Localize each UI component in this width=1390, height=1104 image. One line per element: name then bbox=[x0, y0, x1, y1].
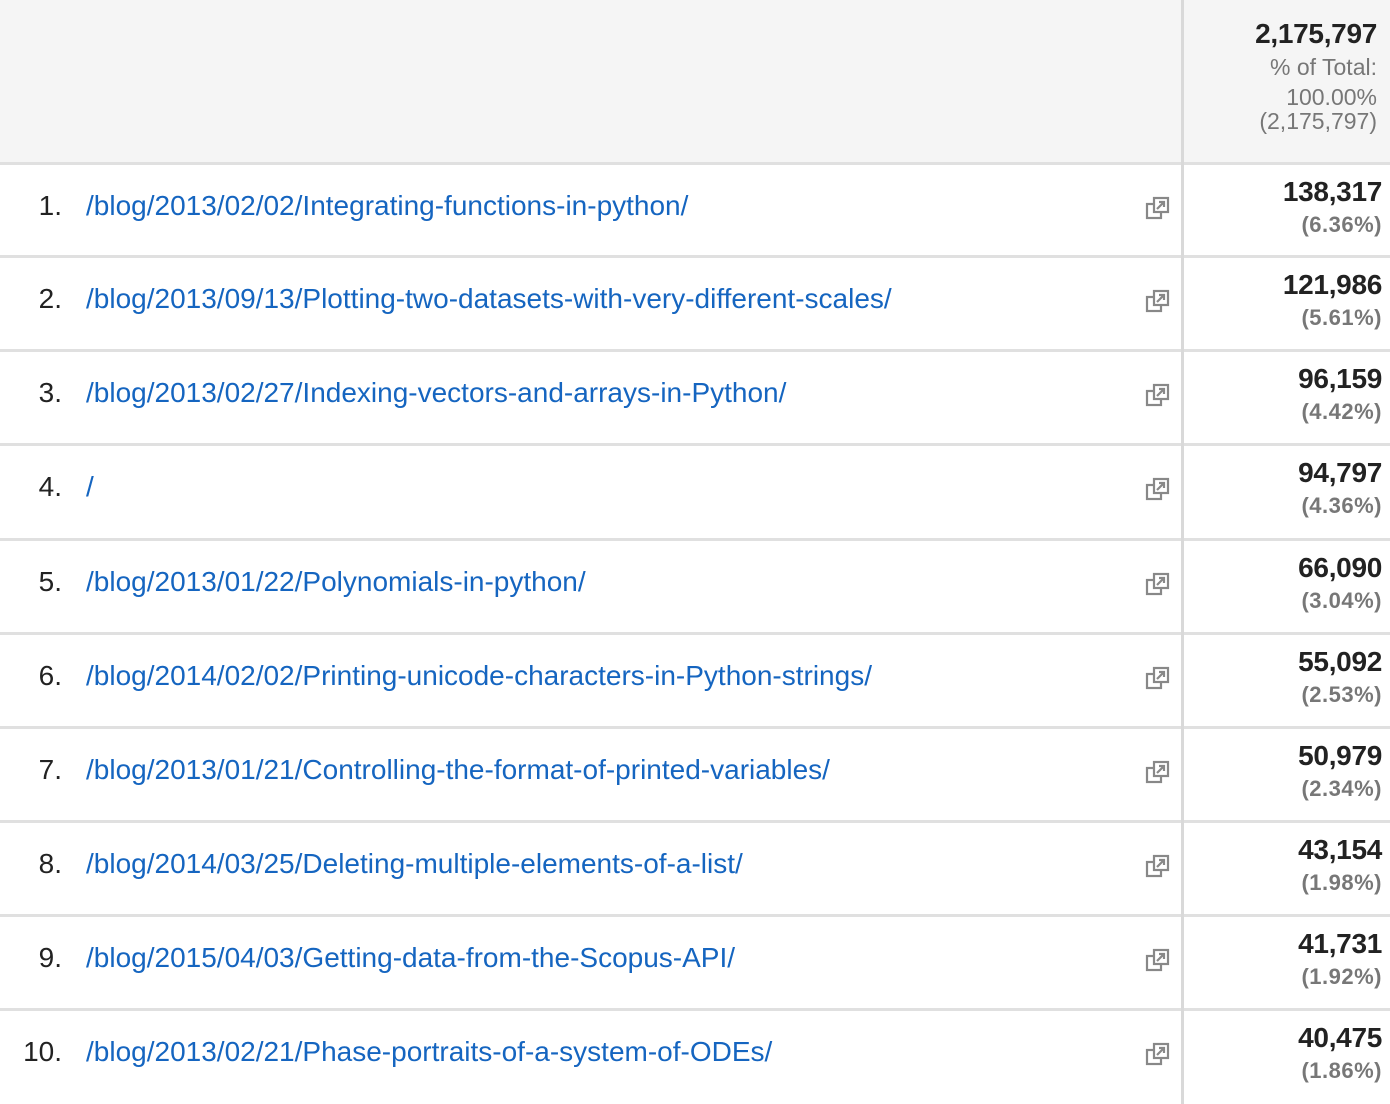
open-in-new-window-icon[interactable] bbox=[1144, 852, 1172, 880]
percent-of-total-value: 100.00% bbox=[1286, 84, 1377, 110]
row-percent: (1.92%) bbox=[1301, 964, 1382, 989]
row-value: 121,986 bbox=[1282, 269, 1382, 300]
row-index: 4. bbox=[38, 471, 62, 502]
page-link[interactable]: /blog/2015/04/03/Getting-data-from-the-S… bbox=[86, 942, 735, 974]
page-link[interactable]: /blog/2013/01/21/Controlling-the-format-… bbox=[86, 754, 830, 786]
row-index: 9. bbox=[38, 942, 62, 973]
total-absolute-value: (2,175,797) bbox=[1259, 108, 1377, 134]
open-in-new-window-icon[interactable] bbox=[1144, 1040, 1172, 1068]
row-value: 55,092 bbox=[1298, 646, 1382, 677]
row-value: 50,979 bbox=[1298, 740, 1382, 771]
page-link[interactable]: /blog/2013/02/21/Phase-portraits-of-a-sy… bbox=[86, 1036, 772, 1068]
row-index: 5. bbox=[38, 566, 62, 597]
row-index: 8. bbox=[38, 848, 62, 879]
total-value: 2,175,797 bbox=[1255, 18, 1377, 49]
row-percent: (1.98%) bbox=[1301, 870, 1382, 895]
row-percent: (2.53%) bbox=[1301, 682, 1382, 707]
row-percent: (1.86%) bbox=[1301, 1058, 1382, 1083]
page-link[interactable]: /blog/2014/02/02/Printing-unicode-charac… bbox=[86, 660, 872, 692]
open-in-new-window-icon[interactable] bbox=[1144, 946, 1172, 974]
row-percent: (6.36%) bbox=[1301, 212, 1382, 237]
row-percent: (4.36%) bbox=[1301, 493, 1382, 518]
row-value: 40,475 bbox=[1298, 1022, 1382, 1053]
row-index: 3. bbox=[38, 377, 62, 408]
row-value: 96,159 bbox=[1298, 363, 1382, 394]
open-in-new-window-icon[interactable] bbox=[1144, 287, 1172, 315]
percent-of-total-label: % of Total: bbox=[1270, 54, 1377, 80]
row-value: 66,090 bbox=[1298, 552, 1382, 583]
header-metric-column: 2,175,797 % of Total: 100.00% (2,175,797… bbox=[1184, 0, 1390, 162]
row-index: 7. bbox=[38, 754, 62, 785]
row-percent: (3.04%) bbox=[1301, 588, 1382, 613]
open-in-new-window-icon[interactable] bbox=[1144, 194, 1172, 222]
page-link[interactable]: /blog/2013/02/27/Indexing-vectors-and-ar… bbox=[86, 377, 786, 409]
column-divider bbox=[1181, 0, 1184, 1104]
page-link[interactable]: / bbox=[86, 471, 94, 503]
page-link[interactable]: /blog/2013/09/13/Plotting-two-datasets-w… bbox=[86, 283, 892, 315]
open-in-new-window-icon[interactable] bbox=[1144, 475, 1172, 503]
row-index: 1. bbox=[38, 190, 62, 221]
header-page-column bbox=[0, 0, 1181, 162]
open-in-new-window-icon[interactable] bbox=[1144, 664, 1172, 692]
row-index: 10. bbox=[23, 1036, 62, 1067]
row-percent: (2.34%) bbox=[1301, 776, 1382, 801]
open-in-new-window-icon[interactable] bbox=[1144, 381, 1172, 409]
open-in-new-window-icon[interactable] bbox=[1144, 570, 1172, 598]
row-value: 94,797 bbox=[1298, 457, 1382, 488]
page-link[interactable]: /blog/2013/01/22/Polynomials-in-python/ bbox=[86, 566, 586, 598]
row-index: 2. bbox=[38, 283, 62, 314]
row-percent: (4.42%) bbox=[1301, 399, 1382, 424]
row-value: 138,317 bbox=[1282, 176, 1382, 207]
open-in-new-window-icon[interactable] bbox=[1144, 758, 1172, 786]
row-value: 41,731 bbox=[1298, 928, 1382, 959]
row-percent: (5.61%) bbox=[1301, 305, 1382, 330]
analytics-table: 2,175,797 % of Total: 100.00% (2,175,797… bbox=[0, 0, 1390, 1104]
page-link[interactable]: /blog/2014/03/25/Deleting-multiple-eleme… bbox=[86, 848, 743, 880]
page-link[interactable]: /blog/2013/02/02/Integrating-functions-i… bbox=[86, 190, 688, 222]
row-value: 43,154 bbox=[1298, 834, 1382, 865]
row-index: 6. bbox=[38, 660, 62, 691]
